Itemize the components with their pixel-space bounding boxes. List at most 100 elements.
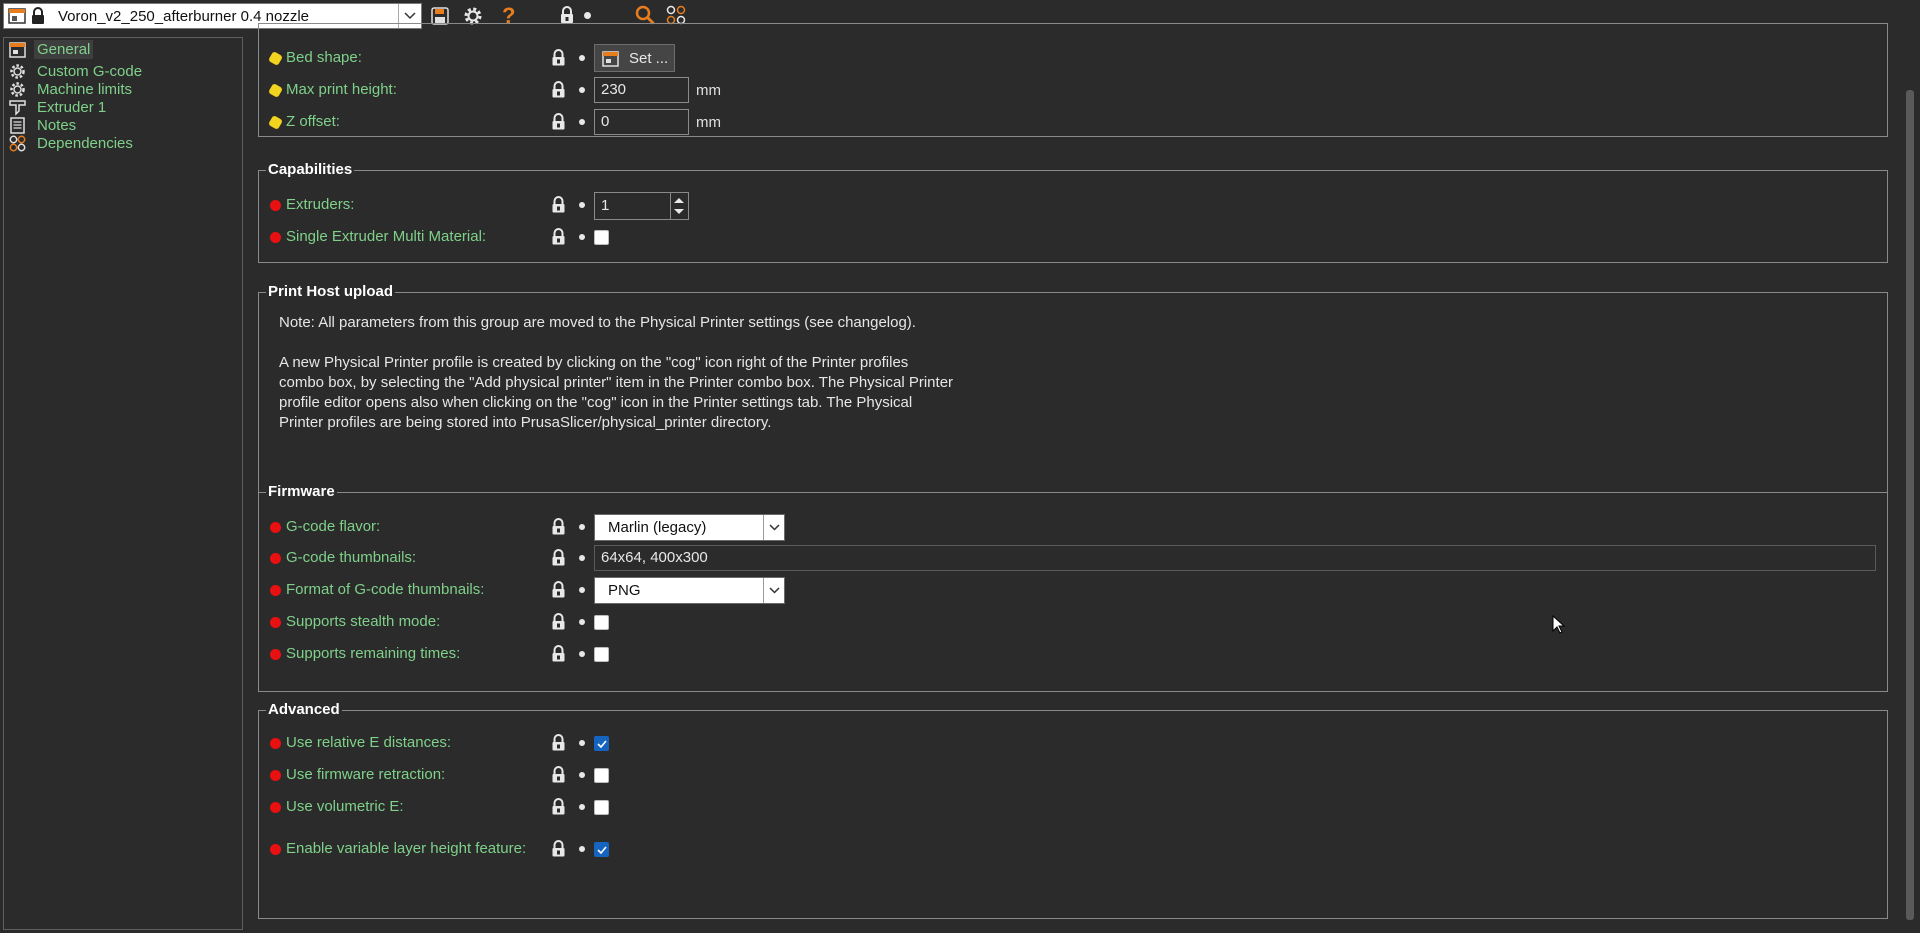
group-title: Print Host upload (266, 283, 395, 301)
lock-icon[interactable] (551, 840, 566, 861)
bullet-icon[interactable] (579, 119, 585, 125)
stealth-mode-row: Supports stealth mode: (259, 608, 1887, 636)
bed-shape-set-button[interactable]: Set ... (594, 44, 675, 72)
option-label[interactable]: Z offset: (286, 113, 340, 130)
firmware-retraction-checkbox[interactable] (594, 768, 609, 783)
option-label[interactable]: Supports stealth mode: (286, 613, 440, 630)
selected-value: Marlin (legacy) (608, 519, 707, 536)
printer-icon (602, 51, 619, 71)
extruders-row: Extruders: 1 (259, 191, 1887, 220)
volumetric-e-checkbox[interactable] (594, 800, 609, 815)
gcode-flavor-select[interactable]: Marlin (legacy) (594, 514, 785, 541)
lock-icon[interactable] (551, 613, 566, 634)
lock-icon[interactable] (551, 113, 566, 134)
option-label[interactable]: Supports remaining times: (286, 645, 460, 662)
firmware-group: Firmware G-code flavor: Marlin (legacy) … (258, 483, 1888, 692)
option-label[interactable]: Extruders: (286, 196, 354, 213)
bullet-icon[interactable] (579, 87, 585, 93)
firmware-retraction-row: Use firmware retraction: (259, 761, 1887, 789)
bullet-icon[interactable] (579, 55, 585, 61)
scrollbar-thumb[interactable] (1906, 90, 1914, 920)
bullet-icon[interactable] (579, 740, 585, 746)
gcode-thumbnails-row: G-code thumbnails: 64x64, 400x300 (259, 544, 1887, 572)
expert-mode-icon (270, 649, 281, 660)
bullet-icon[interactable] (579, 651, 585, 657)
simple-mode-icon (267, 50, 284, 67)
settings-page-tree: General Custom G-code Machine limits Ext… (3, 37, 243, 930)
option-label[interactable]: G-code flavor: (286, 518, 380, 535)
volumetric-e-row: Use volumetric E: (259, 793, 1887, 821)
lock-icon[interactable] (551, 766, 566, 787)
bullet-icon[interactable] (579, 846, 585, 852)
group-title: Advanced (266, 701, 342, 719)
relative-e-checkbox[interactable] (594, 736, 609, 751)
option-label[interactable]: Format of G-code thumbnails: (286, 581, 484, 598)
lock-icon[interactable] (551, 196, 566, 217)
group-title: Capabilities (266, 161, 355, 179)
extruders-value[interactable]: 1 (594, 192, 671, 220)
bullet-icon[interactable] (579, 524, 585, 530)
option-label[interactable]: Use firmware retraction: (286, 766, 445, 783)
expert-mode-icon (270, 585, 281, 596)
remaining-times-checkbox[interactable] (594, 647, 609, 662)
variable-layer-height-checkbox[interactable] (594, 842, 609, 857)
note-icon (8, 117, 26, 135)
option-label[interactable]: Single Extruder Multi Material: (286, 228, 486, 245)
bullet-icon[interactable] (579, 555, 585, 561)
max-print-height-input[interactable]: 230 (594, 77, 689, 103)
option-label[interactable]: Bed shape: (286, 49, 362, 66)
group-title: Firmware (266, 483, 337, 501)
option-label[interactable]: G-code thumbnails: (286, 549, 416, 566)
bullet-icon[interactable] (579, 234, 585, 240)
thumbnail-format-select[interactable]: PNG (594, 577, 785, 604)
lock-icon[interactable] (551, 518, 566, 539)
tree-item-label: Dependencies (37, 135, 133, 152)
lock-icon[interactable] (551, 228, 566, 249)
unit-label: mm (696, 82, 721, 99)
spin-arrows[interactable] (671, 192, 689, 220)
bullet-icon[interactable] (579, 202, 585, 208)
bullet-icon[interactable] (579, 587, 585, 593)
extruders-spinner[interactable]: 1 (594, 192, 689, 220)
lock-icon[interactable] (551, 581, 566, 602)
printer-icon (8, 7, 26, 29)
lock-icon[interactable] (551, 798, 566, 819)
z-offset-input[interactable]: 0 (594, 109, 689, 135)
expert-mode-icon (270, 232, 281, 243)
tree-item-dependencies[interactable]: Dependencies (8, 133, 136, 154)
option-label[interactable]: Use volumetric E: (286, 798, 404, 815)
bullet-icon[interactable] (579, 619, 585, 625)
button-label: Set ... (629, 50, 669, 67)
wrench-icon (8, 135, 26, 153)
settings-content: Bed shape: Set ... Max print height: 230… (247, 23, 1897, 933)
unit-label: mm (696, 114, 721, 131)
option-label[interactable]: Use relative E distances: (286, 734, 451, 751)
expert-mode-icon (270, 770, 281, 781)
stealth-mode-checkbox[interactable] (594, 615, 609, 630)
cog-icon (8, 81, 26, 99)
expert-mode-icon (270, 522, 281, 533)
mouse-cursor-icon (1552, 614, 1566, 639)
bullet-icon[interactable] (579, 772, 585, 778)
checkmark-icon (597, 846, 607, 854)
lock-icon[interactable] (551, 645, 566, 666)
option-label[interactable]: Enable variable layer height feature: (286, 840, 526, 857)
option-label[interactable]: Max print height: (286, 81, 397, 98)
chevron-down-icon[interactable] (763, 578, 784, 603)
chevron-down-icon[interactable] (763, 515, 784, 540)
lock-icon[interactable] (551, 734, 566, 755)
lock-icon[interactable] (551, 49, 566, 70)
bullet-icon[interactable] (584, 12, 591, 19)
lock-icon[interactable] (551, 81, 566, 102)
expert-mode-icon (270, 617, 281, 628)
expert-mode-icon (270, 200, 281, 211)
lock-icon[interactable] (551, 549, 566, 570)
tree-item-general[interactable]: General (8, 39, 94, 60)
max-print-height-row: Max print height: 230 mm (259, 76, 1887, 104)
gcode-thumbnails-input[interactable]: 64x64, 400x300 (594, 545, 1876, 571)
semm-checkbox[interactable] (594, 230, 609, 245)
bullet-icon[interactable] (579, 804, 585, 810)
printer-icon (8, 41, 26, 59)
capabilities-group: Capabilities Extruders: 1 Single Extrude… (258, 161, 1888, 263)
expert-mode-icon (270, 553, 281, 564)
